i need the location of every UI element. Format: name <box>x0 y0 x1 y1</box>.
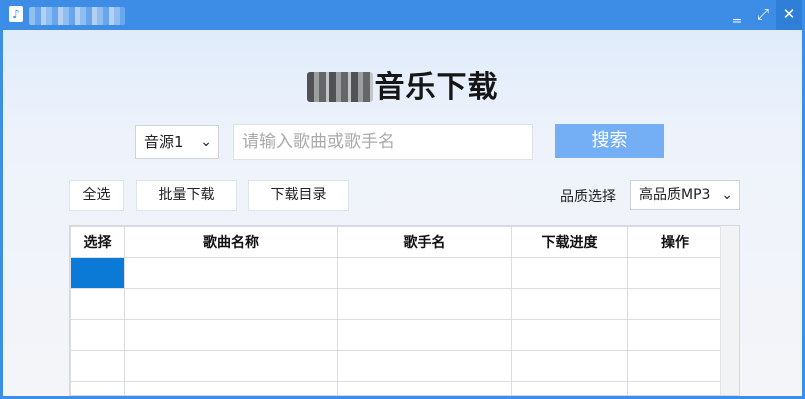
table-cell <box>337 288 512 320</box>
table-cell <box>337 319 512 351</box>
table-cell <box>124 288 338 320</box>
search-placeholder: 请输入歌曲或歌手名 <box>242 132 395 152</box>
table-cell <box>627 350 723 382</box>
table-cell <box>627 288 723 320</box>
download-directory-button[interactable]: 下载目录 <box>248 180 349 211</box>
close-button[interactable]: ✕ <box>776 0 802 30</box>
app-window: ♪ ‗ ⤢ ✕ 音乐下载 音源1 ⌄ 请输入歌曲或歌手名 搜索 全选 批量下载 … <box>0 0 805 399</box>
header-action[interactable]: 操作 <box>627 226 723 258</box>
table-cell <box>511 319 628 351</box>
select-cell[interactable] <box>70 288 125 320</box>
blurred-brand-name <box>306 72 373 102</box>
table-cell <box>627 257 723 289</box>
minimize-button[interactable]: ‗ <box>724 0 750 30</box>
table-cell <box>627 381 723 395</box>
table-cell <box>511 288 628 320</box>
table-cell <box>124 257 338 289</box>
select-cell[interactable] <box>70 319 125 351</box>
window-title-blurred <box>29 7 125 25</box>
window-controls: ‗ ⤢ ✕ <box>724 0 802 30</box>
chevron-down-icon: ⌄ <box>721 187 733 203</box>
table-cell <box>124 350 338 382</box>
table-cell <box>627 319 723 351</box>
header-select[interactable]: 选择 <box>70 226 125 258</box>
select-cell[interactable] <box>70 257 125 289</box>
table-row[interactable] <box>70 257 723 289</box>
table-cell <box>337 257 512 289</box>
page-title-text: 音乐下载 <box>374 70 499 105</box>
select-cell[interactable] <box>70 381 125 395</box>
header-artist[interactable]: 歌手名 <box>337 226 512 258</box>
table-cell <box>124 381 338 395</box>
table-cell <box>337 381 512 395</box>
table-cell <box>337 350 512 382</box>
table-row[interactable] <box>70 381 723 395</box>
table-header-row: 选择 歌曲名称 歌手名 下载进度 操作 <box>70 226 723 258</box>
results-table: 选择 歌曲名称 歌手名 下载进度 操作 <box>69 225 740 396</box>
table-row[interactable] <box>70 350 723 382</box>
table-cell <box>511 381 628 395</box>
header-progress[interactable]: 下载进度 <box>511 226 628 258</box>
source-select[interactable]: 音源1 ⌄ <box>135 125 219 159</box>
select-all-button[interactable]: 全选 <box>69 180 124 211</box>
title-bar[interactable]: ♪ ‗ ⤢ ✕ <box>3 0 802 30</box>
header-song-name[interactable]: 歌曲名称 <box>124 226 338 258</box>
source-select-value: 音源1 <box>144 133 184 151</box>
table-cell <box>511 257 628 289</box>
page-title: 音乐下载 <box>3 62 802 106</box>
batch-download-button[interactable]: 批量下载 <box>136 180 237 211</box>
search-button[interactable]: 搜索 <box>555 124 664 158</box>
quality-select[interactable]: 高品质MP3 ⌄ <box>630 180 740 210</box>
quality-select-value: 高品质MP3 <box>639 187 711 203</box>
music-note-icon: ♪ <box>9 6 23 22</box>
table-cell <box>511 350 628 382</box>
table-row[interactable] <box>70 288 723 320</box>
table-cell <box>124 319 338 351</box>
vertical-scrollbar[interactable] <box>720 226 739 395</box>
quality-label: 品质选择 <box>560 189 616 205</box>
search-input[interactable]: 请输入歌曲或歌手名 <box>233 124 533 160</box>
select-cell[interactable] <box>70 350 125 382</box>
maximize-button[interactable]: ⤢ <box>750 0 776 30</box>
table-row[interactable] <box>70 319 723 351</box>
chevron-down-icon: ⌄ <box>200 134 212 150</box>
